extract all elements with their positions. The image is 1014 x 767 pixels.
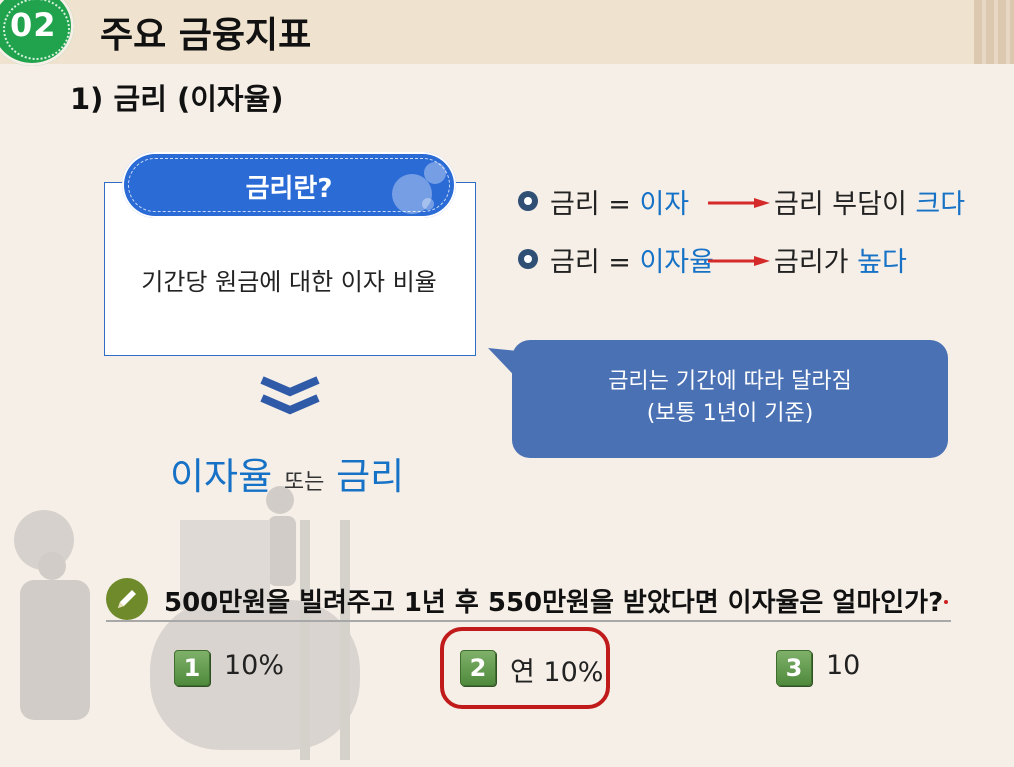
callout-bubble: 금리는 기간에 따라 달라짐 (보통 1년이 기준)	[512, 340, 948, 458]
subheading: 1) 금리 (이자율)	[70, 82, 284, 116]
bullet-term: 금리 = 이자	[550, 182, 689, 221]
definition-text: 기간당 원금에 대한 이자 비율	[141, 268, 437, 296]
question-row: 500만원을 빌려주고 1년 후 550만원을 받았다면 이자율은 얼마인가?	[106, 578, 951, 622]
chevron-down-icon	[260, 376, 320, 415]
bullet-icon	[518, 249, 538, 269]
definition-pill: 금리란?	[122, 152, 456, 218]
bullet-term: 금리 = 이자율	[550, 240, 714, 279]
bullet-item: 금리 = 이자율 금리가 높다	[518, 240, 988, 280]
background-illustration	[14, 486, 360, 760]
section-number: 02	[10, 6, 57, 44]
arrow-right-icon	[708, 256, 770, 266]
bullet-result-prefix: 금리가	[774, 247, 858, 278]
bullet-result: 금리가 높다	[774, 240, 907, 279]
bullet-term-prefix: 금리 =	[550, 247, 640, 278]
header-bar: 02 주요 금융지표	[0, 0, 1014, 66]
bullet-result-highlight: 높다	[857, 247, 907, 278]
arrow-right-icon	[708, 198, 770, 208]
bullet-term-highlight: 이자	[639, 189, 690, 220]
callout-line-2: (보통 1년이 기준)	[646, 401, 814, 426]
correct-answer-highlight	[440, 627, 610, 709]
question-divider	[106, 620, 951, 622]
bullet-term-highlight: 이자율	[639, 247, 714, 278]
callout-line-1: 금리는 기간에 따라 달라짐	[608, 369, 852, 394]
option-text: 10	[826, 650, 861, 681]
question-text: 500만원을 빌려주고 1년 후 550만원을 받았다면 이자율은 얼마인가?	[164, 588, 944, 618]
bullet-icon	[518, 191, 538, 211]
bullet-result-highlight: 크다	[915, 189, 966, 220]
option-number-badge: 1	[174, 650, 210, 686]
option-text: 10%	[224, 650, 285, 681]
bullet-result: 금리 부담이 크다	[774, 182, 965, 221]
bullet-term-prefix: 금리 =	[550, 189, 640, 220]
pencil-icon	[106, 578, 148, 620]
building-decoration	[974, 0, 1014, 64]
option-number-badge: 3	[776, 650, 812, 686]
red-dot-mark	[944, 600, 948, 604]
section-title: 주요 금융지표	[100, 15, 312, 56]
definition-pill-label: 금리란?	[245, 174, 333, 204]
bullet-item: 금리 = 이자 금리 부담이 크다	[518, 182, 988, 222]
bullet-result-prefix: 금리 부담이	[774, 189, 916, 220]
